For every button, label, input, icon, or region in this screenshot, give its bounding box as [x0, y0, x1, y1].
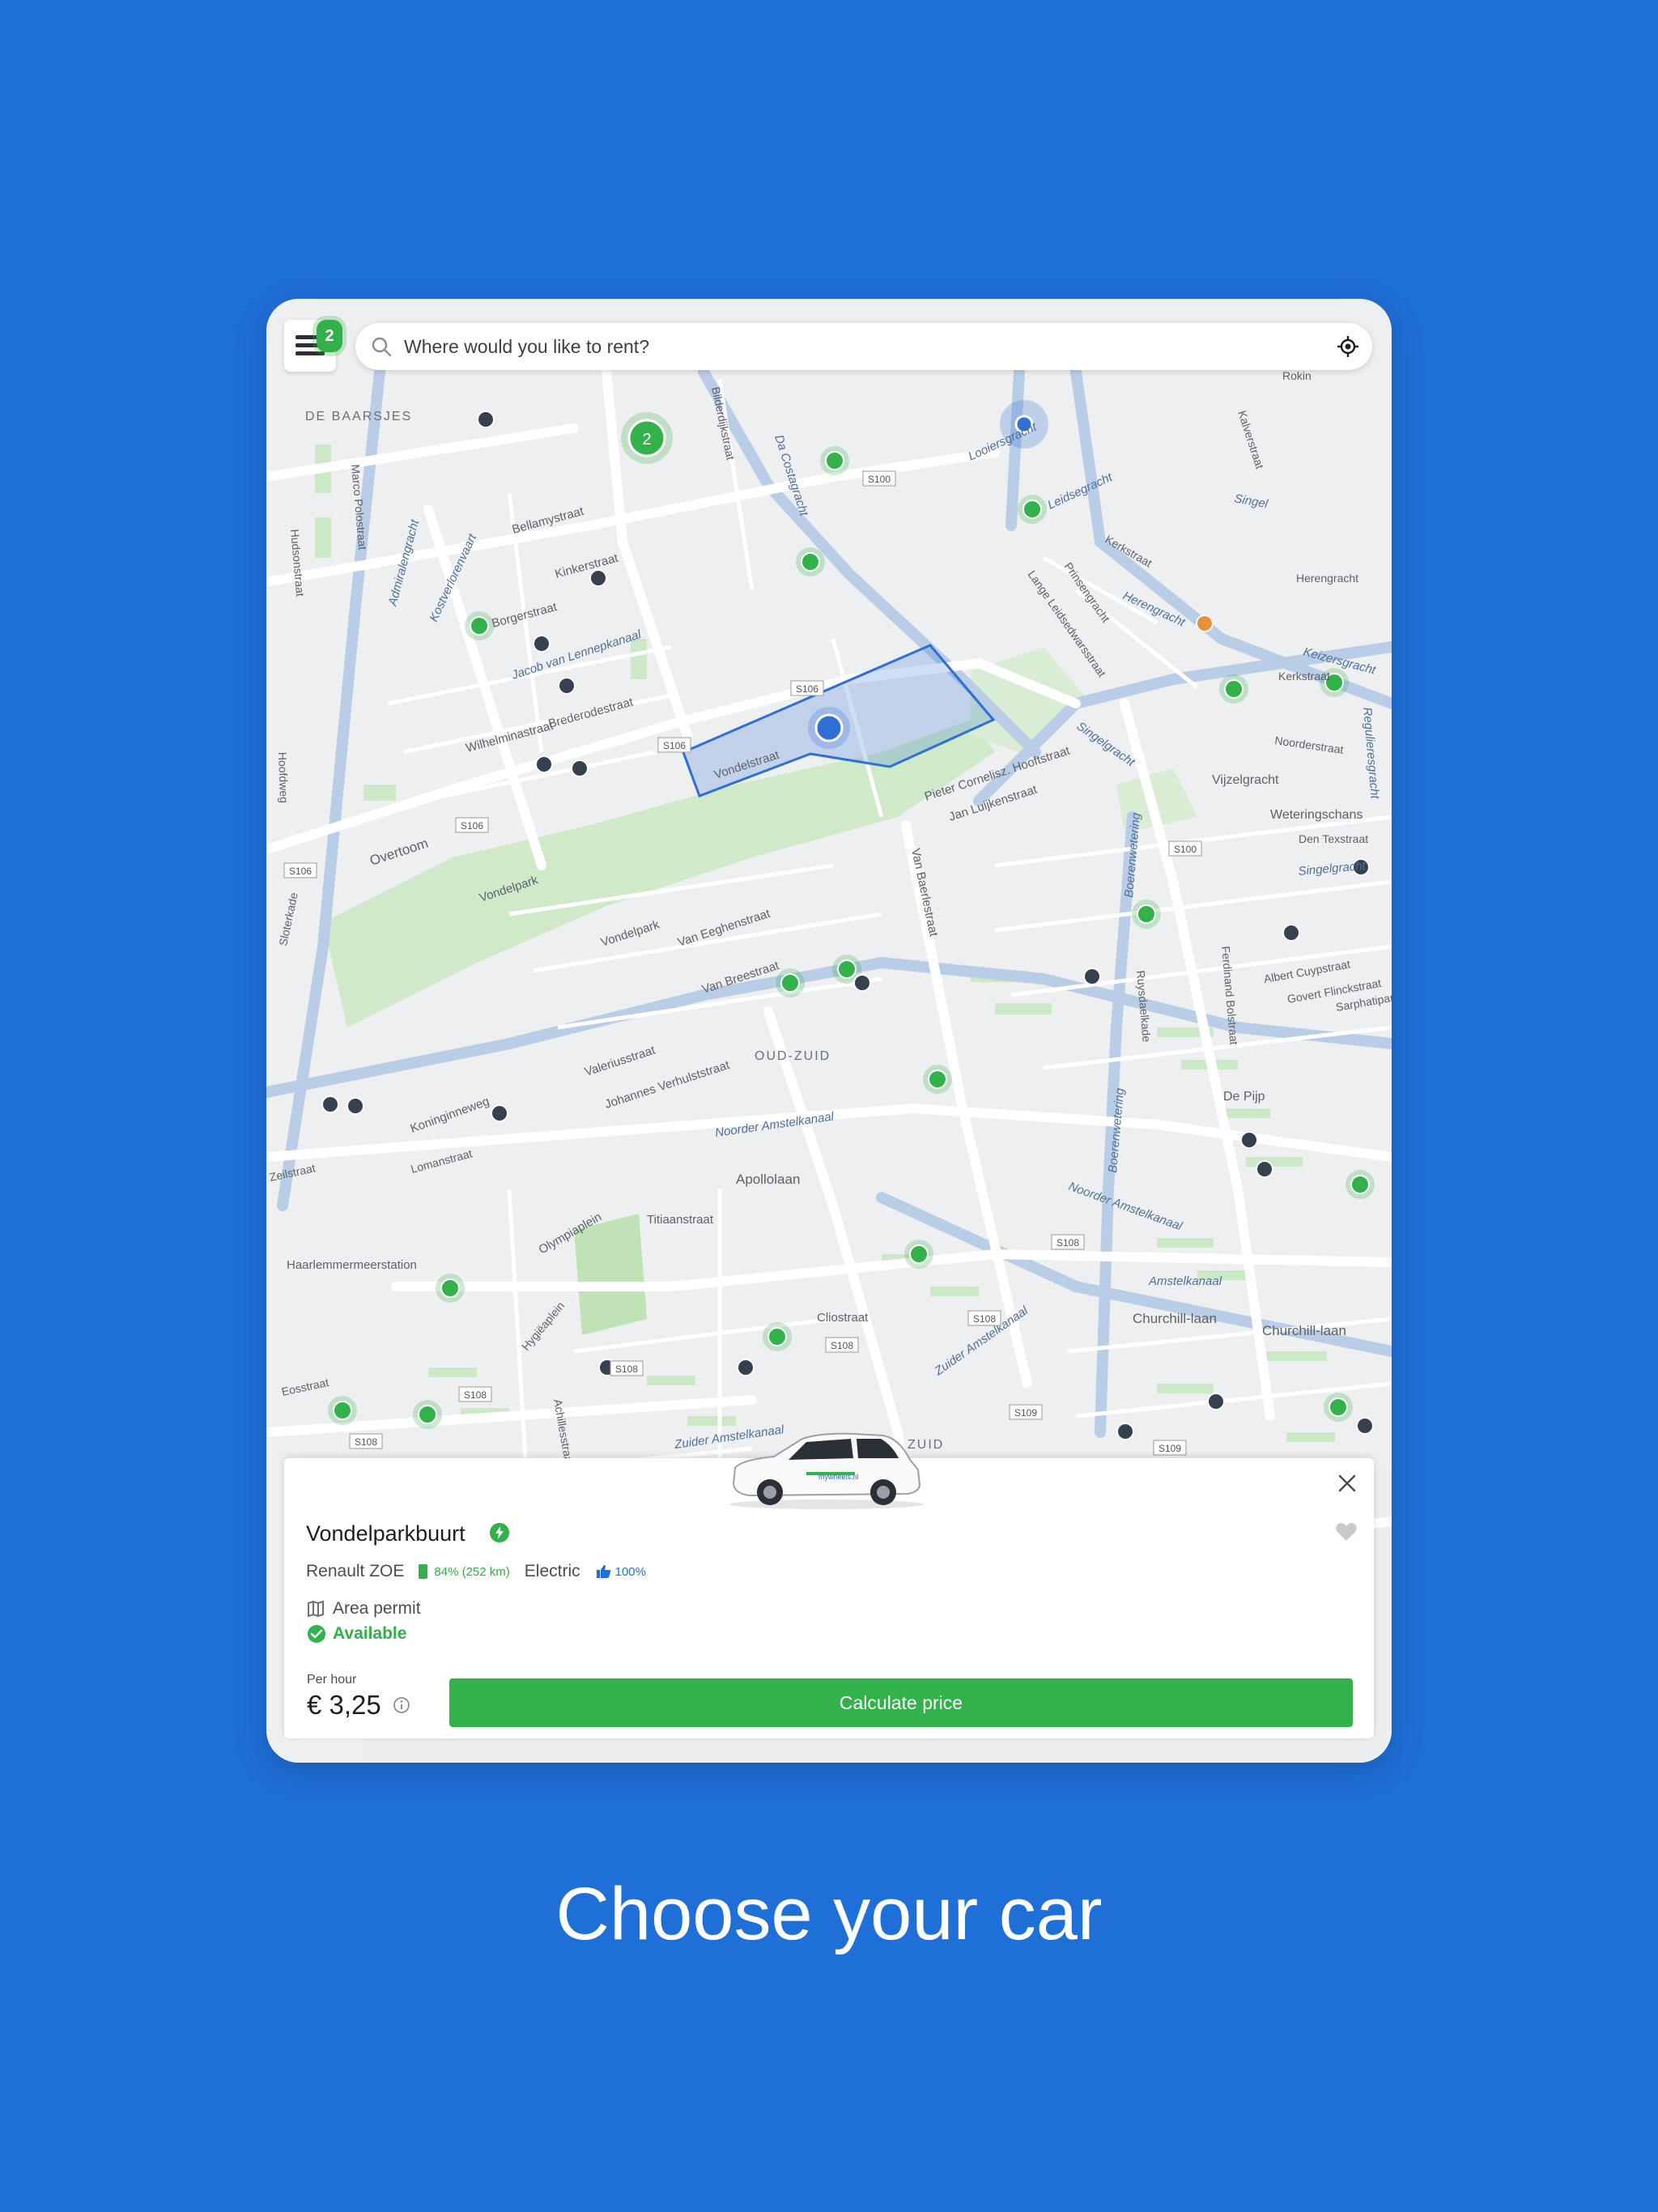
svg-text:S109: S109 — [1158, 1443, 1181, 1454]
svg-text:Hoofdweg: Hoofdweg — [276, 752, 291, 804]
car-marker[interactable] — [1132, 900, 1161, 929]
car-model: Renault ZOE — [306, 1562, 405, 1580]
svg-text:OUD-ZUID: OUD-ZUID — [755, 1049, 831, 1063]
price-value: € 3,25 — [307, 1690, 381, 1720]
svg-text:Weteringschans: Weteringschans — [1270, 808, 1363, 822]
svg-text:Cliostraat: Cliostraat — [817, 1311, 869, 1325]
notification-badge: 2 — [317, 320, 342, 352]
location-title: Vondelparkbuurt — [306, 1521, 466, 1546]
area-permit: Area permit — [307, 1599, 421, 1619]
search-input[interactable]: Where would you like to rent? — [404, 336, 1337, 358]
search-bar[interactable]: Where would you like to rent? — [355, 323, 1372, 370]
svg-text:S106: S106 — [289, 866, 312, 877]
svg-text:S106: S106 — [663, 740, 686, 751]
battery-icon — [419, 1564, 428, 1579]
svg-text:De Pijp: De Pijp — [1223, 1090, 1265, 1104]
svg-text:Herengracht: Herengracht — [1296, 572, 1358, 585]
svg-text:S108: S108 — [1056, 1237, 1079, 1249]
svg-text:Haarlemmermeerstation: Haarlemmermeerstation — [287, 1258, 417, 1272]
fuel-type: Electric — [524, 1562, 580, 1580]
availability-status: Available — [307, 1624, 406, 1644]
car-marker[interactable] — [465, 611, 494, 640]
svg-text:S106: S106 — [461, 820, 483, 832]
rating: 100% — [596, 1564, 646, 1579]
search-icon — [372, 337, 392, 357]
locate-me-icon[interactable] — [1337, 335, 1359, 358]
battery-level: 84% (252 km) — [419, 1564, 510, 1579]
svg-text:Rokin: Rokin — [1282, 369, 1312, 382]
svg-text:Den Texstraat: Den Texstraat — [1299, 832, 1368, 845]
car-marker[interactable] — [1324, 1393, 1353, 1422]
car-image: mywheels.nl — [729, 1432, 924, 1509]
map-icon — [308, 1600, 324, 1618]
price-label: Per hour — [307, 1673, 357, 1687]
rating-text: 100% — [614, 1564, 646, 1579]
close-icon[interactable] — [1335, 1471, 1359, 1495]
info-icon[interactable] — [393, 1696, 410, 1714]
svg-text:S108: S108 — [831, 1340, 853, 1351]
svg-text:Apollolaan: Apollolaan — [736, 1172, 800, 1187]
car-marker[interactable] — [923, 1065, 952, 1094]
svg-text:S100: S100 — [868, 474, 891, 485]
car-marker[interactable] — [763, 1322, 792, 1351]
car-marker[interactable] — [820, 446, 849, 475]
svg-text:Vijzelgracht: Vijzelgracht — [1212, 773, 1279, 787]
svg-text:S109: S109 — [1014, 1407, 1037, 1419]
svg-text:DE BAARSJES: DE BAARSJES — [305, 410, 412, 423]
svg-text:2: 2 — [642, 431, 651, 449]
svg-text:Amstelkanaal: Amstelkanaal — [1148, 1274, 1222, 1288]
car-marker[interactable] — [904, 1240, 933, 1269]
battery-text: 84% (252 km) — [434, 1564, 510, 1579]
svg-text:S106: S106 — [796, 683, 818, 695]
svg-text:S108: S108 — [464, 1389, 487, 1401]
car-marker[interactable] — [776, 968, 805, 998]
electric-bolt-icon — [490, 1523, 509, 1542]
favorite-heart-icon[interactable] — [1335, 1521, 1358, 1542]
svg-text:Titiaanstraat: Titiaanstraat — [647, 1213, 714, 1227]
svg-text:S108: S108 — [355, 1436, 377, 1448]
car-marker[interactable] — [1346, 1170, 1375, 1199]
car-marker[interactable] — [796, 547, 825, 576]
car-marker[interactable] — [328, 1396, 357, 1425]
permit-text: Area permit — [333, 1599, 421, 1618]
app-screen: 2 DE BAARSJES OUD-ZUID ZUID Bellamystraa… — [266, 299, 1392, 1763]
svg-text:Churchill-laan: Churchill-laan — [1262, 1323, 1346, 1338]
car-marker[interactable] — [1219, 674, 1248, 704]
svg-text:Churchill-laan: Churchill-laan — [1133, 1311, 1217, 1326]
car-marker[interactable] — [1018, 495, 1047, 524]
svg-text:S108: S108 — [615, 1363, 638, 1375]
page-headline: Choose your car — [555, 1873, 1103, 1955]
car-specs: Renault ZOE 84% (252 km) Electric 100% — [306, 1560, 646, 1583]
svg-text:S108: S108 — [973, 1313, 996, 1325]
car-marker[interactable] — [413, 1400, 442, 1429]
svg-text:Kerkstraat: Kerkstraat — [1278, 670, 1330, 683]
check-circle-icon — [308, 1625, 325, 1643]
calculate-price-button[interactable]: Calculate price — [449, 1678, 1353, 1727]
price-row: € 3,25 — [307, 1690, 410, 1721]
thumbs-up-icon — [596, 1565, 610, 1578]
status-text: Available — [333, 1624, 407, 1643]
svg-text:S100: S100 — [1174, 844, 1197, 855]
car-marker[interactable] — [436, 1274, 465, 1303]
car-detail-card: mywheels.nl Vondelparkbuurt Renault ZOE … — [284, 1432, 1374, 1738]
